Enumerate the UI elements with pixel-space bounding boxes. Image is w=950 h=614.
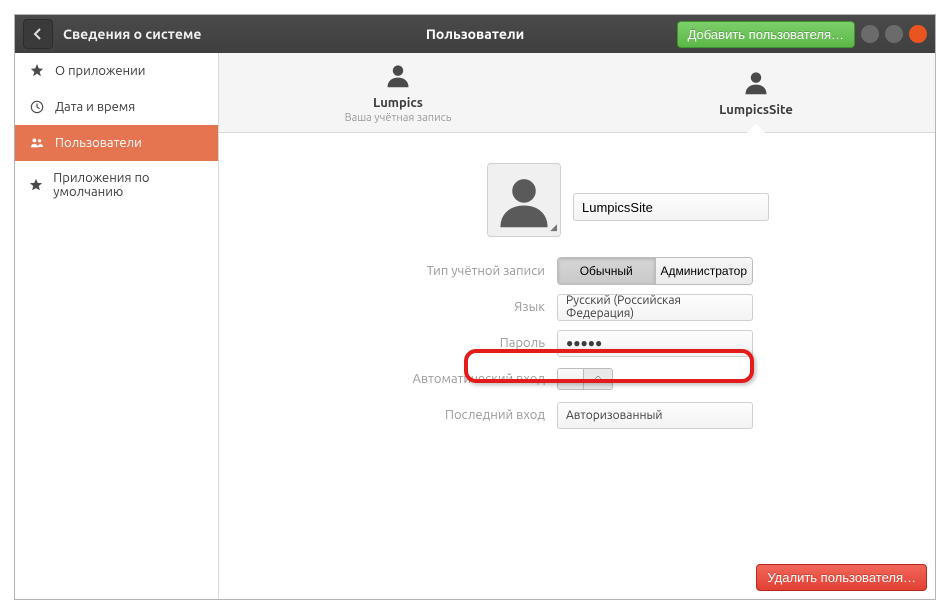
body: О приложении Дата и время Пользователи П… <box>15 53 935 599</box>
autologin-label: Автоматический вход <box>249 372 557 386</box>
account-type-standard[interactable]: Обычный <box>558 258 655 284</box>
user-tab-lumpicssite[interactable]: LumpicsSite <box>577 53 935 132</box>
password-value: ●●●●● <box>566 336 602 350</box>
back-button[interactable] <box>23 19 53 49</box>
language-button[interactable]: Русский (Российская Федерация) <box>557 294 753 321</box>
plus-icon <box>29 63 45 79</box>
row-language: Язык Русский (Российская Федерация) <box>249 291 905 323</box>
avatar-icon <box>384 61 412 92</box>
avatar-picker[interactable]: ◢ <box>487 163 561 237</box>
sidebar: О приложении Дата и время Пользователи П… <box>15 53 219 599</box>
titlebar-right: Добавить пользователя… <box>677 21 927 48</box>
password-button[interactable]: ●●●●● <box>557 330 753 357</box>
star-icon <box>29 177 43 193</box>
avatar-placeholder-icon <box>495 171 553 229</box>
row-account-type: Тип учётной записи Обычный Администратор <box>249 255 905 287</box>
users-icon <box>29 135 45 151</box>
lastlogin-value: Авторизованный <box>566 409 663 422</box>
sidebar-item-about[interactable]: О приложении <box>15 53 218 89</box>
sidebar-item-label: Приложения по умолчанию <box>53 171 204 199</box>
avatar-name-row: ◢ <box>487 163 905 237</box>
sidebar-item-label: О приложении <box>55 64 145 78</box>
switch-knob <box>558 369 584 389</box>
sidebar-item-label: Пользователи <box>55 136 142 150</box>
section-title: Сведения о системе <box>63 26 202 42</box>
user-tabs: Lumpics Ваша учётная запись LumpicsSite <box>219 53 935 133</box>
lastlogin-label: Последний вход <box>249 408 557 422</box>
window-maximize-button[interactable] <box>885 25 903 43</box>
language-label: Язык <box>249 300 557 314</box>
delete-user-button[interactable]: Удалить пользователя… <box>756 564 927 591</box>
row-autologin: Автоматический вход ○ <box>249 363 905 395</box>
settings-window: Сведения о системе Пользователи Добавить… <box>14 14 936 600</box>
chevron-left-icon <box>32 28 44 40</box>
row-password: Пароль ●●●●● <box>249 327 905 359</box>
password-label: Пароль <box>249 336 557 350</box>
row-lastlogin: Последний вход Авторизованный <box>249 399 905 431</box>
add-user-button[interactable]: Добавить пользователя… <box>677 21 855 48</box>
main-panel: Lumpics Ваша учётная запись LumpicsSite … <box>219 53 935 599</box>
user-tab-name: Lumpics <box>373 96 423 110</box>
language-value: Русский (Российская Федерация) <box>566 294 744 320</box>
username-input[interactable] <box>573 193 769 221</box>
avatar-icon <box>742 68 770 99</box>
clock-icon <box>29 99 45 115</box>
account-type-admin[interactable]: Администратор <box>655 258 753 284</box>
window-title: Пользователи <box>426 26 524 42</box>
sidebar-item-users[interactable]: Пользователи <box>15 125 218 161</box>
dropdown-corner-icon: ◢ <box>550 222 557 233</box>
autologin-switch[interactable]: ○ <box>557 368 613 390</box>
account-type-toggle[interactable]: Обычный Администратор <box>557 257 753 285</box>
user-tab-subtitle: Ваша учётная запись <box>345 112 452 124</box>
window-close-button[interactable] <box>909 25 927 43</box>
user-form: ◢ Тип учётной записи Обычный Администрат… <box>219 133 935 599</box>
window-minimize-button[interactable] <box>861 25 879 43</box>
sidebar-item-datetime[interactable]: Дата и время <box>15 89 218 125</box>
user-tab-lumpics[interactable]: Lumpics Ваша учётная запись <box>219 53 577 132</box>
switch-off-side: ○ <box>584 369 612 389</box>
user-tab-name: LumpicsSite <box>719 103 793 117</box>
lastlogin-button[interactable]: Авторизованный <box>557 402 753 429</box>
titlebar: Сведения о системе Пользователи Добавить… <box>15 15 935 53</box>
sidebar-item-default-apps[interactable]: Приложения по умолчанию <box>15 161 218 209</box>
account-type-label: Тип учётной записи <box>249 264 557 278</box>
sidebar-item-label: Дата и время <box>55 100 135 114</box>
